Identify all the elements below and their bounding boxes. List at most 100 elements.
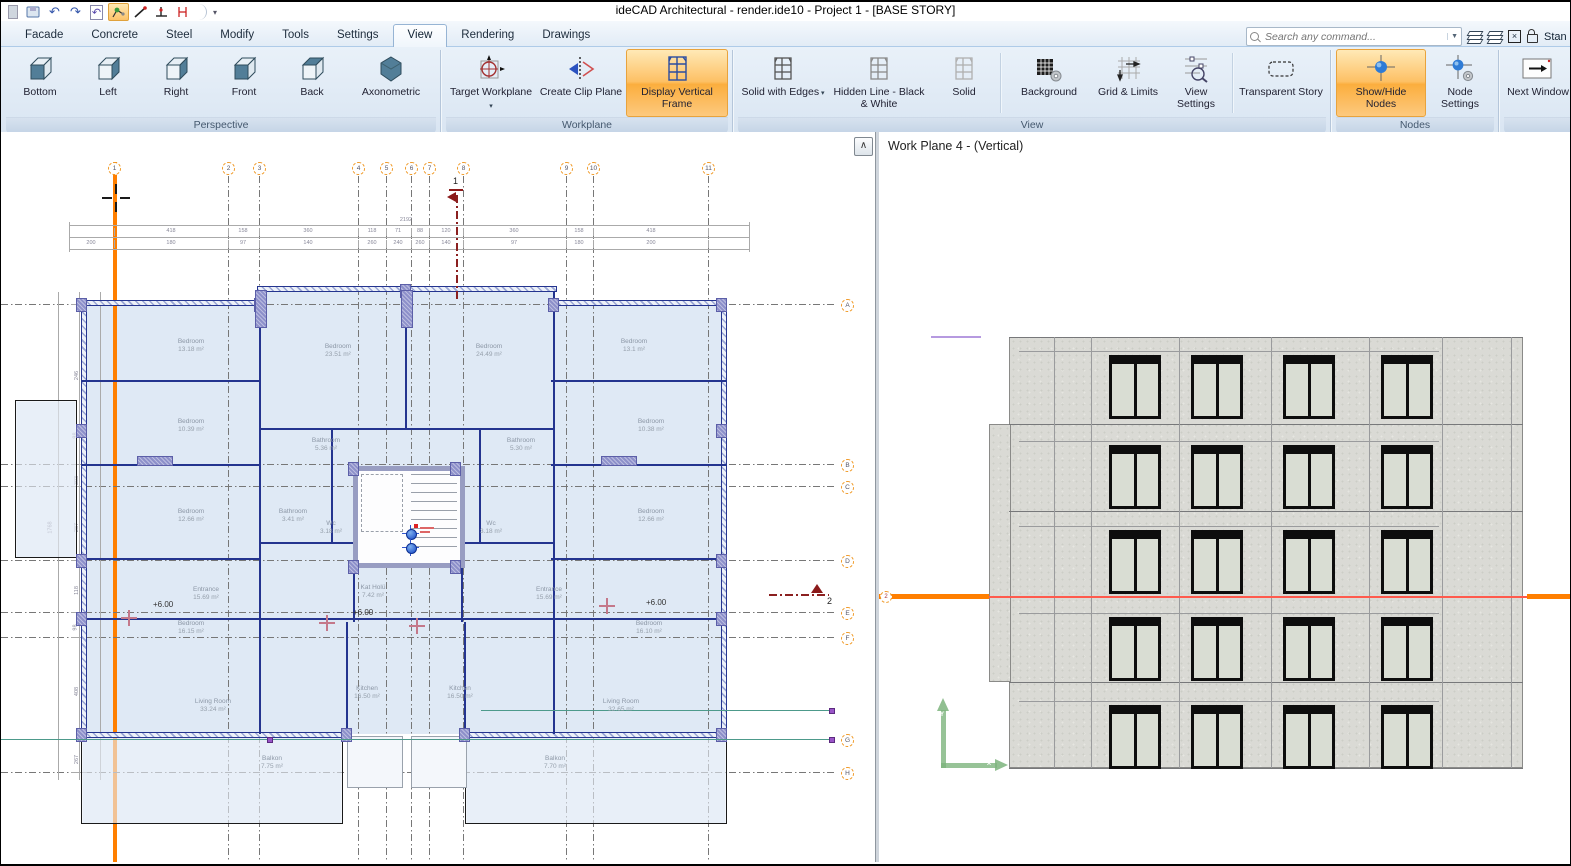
node-marker[interactable] <box>406 529 417 540</box>
room-label: Bedroom16.15 m² <box>178 620 204 635</box>
ribbon-button-label: Create Clip Plane <box>540 87 622 99</box>
grid-bubble-column[interactable]: 11 <box>702 162 715 175</box>
nodegear-icon <box>1444 52 1476 86</box>
node-label-red <box>420 531 430 533</box>
wall-interior <box>259 292 261 734</box>
grid-bubble-column[interactable]: 10 <box>587 162 600 175</box>
ribbon-button-label: View Settings <box>1165 87 1227 110</box>
stair-step <box>411 510 457 511</box>
wall-interior <box>459 542 555 544</box>
grid-bubble-row[interactable]: A <box>841 299 854 312</box>
layer-stack-icon[interactable] <box>1488 31 1502 43</box>
grid-bubble-row[interactable]: E <box>841 607 854 620</box>
ribbon-button-create-clip-plane[interactable]: Create Clip Plane <box>536 49 626 117</box>
window <box>1283 617 1335 681</box>
grid-bubble-row[interactable]: G <box>841 734 854 747</box>
dimension-tick <box>228 240 229 248</box>
collapse-panel-button[interactable]: ∧ <box>854 137 873 156</box>
dimension-value: 360 <box>303 228 312 235</box>
ribbon-button-display-vertical-frame[interactable]: Display Vertical Frame <box>626 49 728 117</box>
tab-rendering[interactable]: Rendering <box>447 25 528 46</box>
ribbon-button-next-window[interactable]: Next Window <box>1504 49 1570 117</box>
ribbon-button-target-workplane[interactable]: Target Workplane ▾ <box>446 49 536 117</box>
grid-bubble-column[interactable]: 9 <box>560 162 573 175</box>
workplane-edge <box>931 336 981 338</box>
column <box>348 462 359 476</box>
dimension-tick <box>566 228 567 236</box>
tab-tools[interactable]: Tools <box>268 25 323 46</box>
tab-view[interactable]: View <box>393 24 448 47</box>
ribbon-button-right[interactable]: Right <box>142 49 210 117</box>
wall-interior <box>553 292 555 734</box>
grid-bubble-column[interactable]: 5 <box>380 162 393 175</box>
grid-bubble-row[interactable]: D <box>841 555 854 568</box>
ribbon-button-axonometric[interactable]: Axonometric <box>346 49 436 117</box>
frame-dark-icon <box>767 52 799 86</box>
grid-bubble-column[interactable]: 7 <box>423 162 436 175</box>
dimension-tick <box>114 240 115 248</box>
ribbon-button-label: Grid & Limits <box>1098 87 1158 99</box>
section-label: 2 <box>827 596 837 606</box>
endpoint-handle[interactable] <box>267 737 273 743</box>
ribbon-button-show-hide-nodes[interactable]: Show/Hide Nodes <box>1336 49 1426 117</box>
ribbon-button-bottom[interactable]: Bottom <box>6 49 74 117</box>
endpoint-handle[interactable] <box>829 737 835 743</box>
ribbon-button-background[interactable]: Background <box>1004 49 1094 117</box>
ribbon-button-left[interactable]: Left <box>74 49 142 117</box>
window <box>1191 355 1243 419</box>
grid-bubble-row[interactable]: H <box>841 767 854 780</box>
ribbon-button-hidden-line-black-white[interactable]: Hidden Line - Black & White <box>828 49 930 117</box>
grid-bubble-row[interactable]: B <box>841 459 854 472</box>
node-marker[interactable] <box>406 543 417 554</box>
facade-block-extension <box>989 424 1011 682</box>
unlock-icon[interactable] <box>1527 34 1538 43</box>
plan-viewport[interactable]: ∧ 1234567891011ABCDEFGH41815836011871881… <box>1 132 875 862</box>
layer-list-icon[interactable] <box>1468 31 1482 43</box>
elevation-cross <box>409 618 425 634</box>
ribbon-group-window: Next WindowPrevious WindowStory List ▾Dr… <box>1501 48 1570 135</box>
tab-facade[interactable]: Facade <box>11 25 77 46</box>
tab-settings[interactable]: Settings <box>323 25 393 46</box>
grid-bubble-column[interactable]: 1 <box>108 162 121 175</box>
ribbon-button-solid[interactable]: Solid <box>930 49 998 117</box>
endpoint-handle[interactable] <box>829 708 835 714</box>
room-label: Bedroom13.18 m² <box>178 338 204 353</box>
tab-concrete[interactable]: Concrete <box>77 25 152 46</box>
command-search[interactable]: ▼ <box>1246 27 1462 46</box>
section-line-thin <box>989 596 1529 598</box>
grid-bubble-column[interactable]: 8 <box>457 162 470 175</box>
grid-bubble-row[interactable]: C <box>841 481 854 494</box>
ribbon-button-back[interactable]: Back <box>278 49 346 117</box>
grid-bubble-column[interactable]: 3 <box>253 162 266 175</box>
ribbon-button-view-settings[interactable]: View Settings <box>1162 49 1230 117</box>
ribbon-button-node-settings[interactable]: Node Settings <box>1426 49 1494 117</box>
tab-modify[interactable]: Modify <box>206 25 268 46</box>
column-pier <box>601 456 637 466</box>
tab-steel[interactable]: Steel <box>152 25 206 46</box>
frame-light-icon <box>948 52 980 86</box>
tab-drawings[interactable]: Drawings <box>528 25 604 46</box>
dimension-line <box>69 225 749 226</box>
ribbon-button-front[interactable]: Front <box>210 49 278 117</box>
grid-bubble-column[interactable]: 4 <box>352 162 365 175</box>
window <box>1109 355 1161 419</box>
ribbon-button-transparent-story[interactable]: Transparent Story <box>1236 49 1326 117</box>
dimension-value: 158 <box>574 228 583 235</box>
grid-bubble-column[interactable]: 6 <box>405 162 418 175</box>
search-dropdown-icon[interactable]: ▼ <box>1447 33 1458 40</box>
viewset-icon <box>1180 52 1212 86</box>
dropdown-arrow-icon: ▾ <box>489 103 493 110</box>
grid-bubble-row[interactable]: F <box>841 632 854 645</box>
grid-bubble-column[interactable]: 2 <box>222 162 235 175</box>
ribbon-button-solid-with-edges[interactable]: Solid with Edges ▾ <box>738 49 828 117</box>
dimension-tick <box>358 240 359 248</box>
search-input[interactable] <box>1263 30 1447 44</box>
workplane-viewport[interactable]: Work Plane 4 - (Vertical) 2YX <box>879 132 1571 862</box>
close-box-icon[interactable]: × <box>1508 30 1521 43</box>
ribbon-button-grid-limits[interactable]: Grid & Limits <box>1094 49 1162 117</box>
room-label: Bedroom23.51 m² <box>325 343 351 358</box>
axis-y-arrow <box>937 698 949 711</box>
ribbon-group-divider <box>440 50 442 133</box>
dimension-tick <box>386 228 387 236</box>
room-label: Balkon7.75 m² <box>261 755 283 770</box>
